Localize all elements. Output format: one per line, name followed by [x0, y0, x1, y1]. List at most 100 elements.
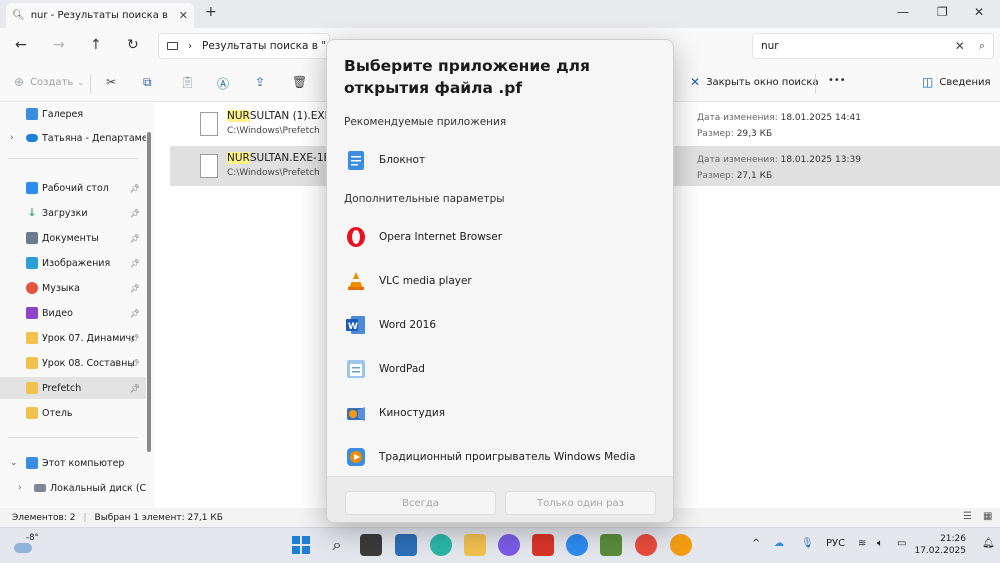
task-view-icon[interactable] — [360, 534, 382, 556]
address-bar[interactable]: › Результаты поиска в " — [158, 33, 330, 59]
app-windows-media-player[interactable]: Традиционный проигрыватель Windows Media — [335, 437, 667, 477]
chevron-right-icon: › — [188, 40, 192, 52]
sidebar-item-music[interactable]: Музыка 📌︎ — [0, 277, 146, 299]
app-opera[interactable]: Opera Internet Browser — [335, 217, 667, 257]
search-input[interactable]: nur ✕ ⌕ — [752, 33, 994, 59]
details-view-icon[interactable]: ☰ — [963, 511, 972, 522]
file-name: NURSULTAN (1).EXE — [227, 110, 332, 122]
close-search-button[interactable]: ✕ Закрыть окно поиска — [690, 75, 819, 89]
start-icon[interactable] — [290, 534, 312, 556]
word-icon: W — [345, 314, 367, 336]
forward-arrow-icon[interactable]: → — [53, 37, 65, 53]
sidebar-item-downloads[interactable]: ↓ Загрузки 📌︎ — [0, 202, 146, 224]
sidebar-item-hotel[interactable]: Отель — [0, 402, 146, 424]
search-icon: 🔍︎ — [12, 10, 25, 21]
minimize-button[interactable]: — — [897, 5, 909, 19]
music-icon — [26, 282, 38, 294]
plus-circle-icon: ⊕ — [14, 75, 25, 89]
close-window-button[interactable]: ✕ — [974, 5, 984, 19]
chevron-right-icon[interactable]: › — [10, 133, 14, 143]
minecraft-icon[interactable] — [600, 534, 622, 556]
maximize-button[interactable]: ❐ — [937, 5, 948, 19]
notification-icon[interactable]: 🔔︎ — [982, 538, 995, 549]
edge-icon[interactable] — [430, 534, 452, 556]
clock[interactable]: 21:26 17.02.2025 — [914, 533, 966, 557]
sidebar-item-videos[interactable]: Видео 📌︎ — [0, 302, 146, 324]
documents-icon — [26, 232, 38, 244]
chevron-down-icon[interactable]: ⌄ — [10, 458, 18, 468]
delete-icon[interactable]: 🗑︎ — [292, 75, 307, 89]
sidebar-item-onedrive[interactable]: › Татьяна - Департамент о — [0, 127, 146, 149]
close-tab-icon[interactable]: ✕ — [179, 9, 188, 22]
more-options-button[interactable]: ••• — [828, 75, 846, 86]
up-arrow-icon[interactable]: ↑ — [90, 37, 102, 53]
sidebar-item-documents[interactable]: Документы 📌︎ — [0, 227, 146, 249]
details-button[interactable]: ◫ Сведения — [922, 75, 991, 89]
search-icon[interactable]: ⌕ — [326, 534, 348, 556]
pictures-icon — [26, 257, 38, 269]
zoom-icon[interactable] — [566, 534, 588, 556]
create-button[interactable]: ⊕ Создать ⌄ — [14, 75, 84, 89]
always-button[interactable]: Всегда — [345, 491, 496, 515]
pin-icon: 📌︎ — [129, 233, 140, 243]
sidebar-divider — [8, 158, 138, 159]
sidebar-item-prefetch[interactable]: Prefetch 📌︎ — [0, 377, 146, 399]
file-explorer-icon[interactable] — [464, 534, 486, 556]
cut-icon[interactable]: ✂ — [106, 75, 116, 89]
app-notepad[interactable]: Блокнот — [335, 140, 667, 180]
wifi-icon[interactable]: ≋ — [858, 538, 866, 549]
sidebar-item-lesson08[interactable]: Урок 08. Составные ф 📌︎ — [0, 352, 146, 374]
search-value: nur — [761, 40, 779, 52]
refresh-icon[interactable]: ↻ — [127, 37, 139, 53]
app-vlc[interactable]: VLC media player — [335, 261, 667, 301]
back-arrow-icon[interactable]: ← — [15, 37, 27, 53]
anydesk-icon[interactable] — [532, 534, 554, 556]
weather-widget[interactable]: -8° — [12, 531, 48, 561]
windows-media-player-icon — [345, 446, 367, 468]
language-indicator[interactable]: РУС — [826, 538, 845, 549]
drive-icon — [34, 484, 46, 492]
breadcrumb[interactable]: Результаты поиска в " — [202, 40, 326, 52]
chevron-up-icon[interactable]: ^ — [752, 538, 760, 549]
sidebar-item-pictures[interactable]: Изображения 📌︎ — [0, 252, 146, 274]
tiles-view-icon[interactable]: ▦ — [983, 511, 992, 522]
onedrive-tray-icon[interactable]: ☁ — [774, 538, 784, 549]
weather-cloud-icon — [14, 543, 32, 553]
new-tab-button[interactable]: + — [205, 4, 217, 20]
clear-search-icon[interactable]: ✕ — [955, 39, 965, 53]
rename-icon[interactable]: Ⓐ — [217, 75, 229, 92]
search-app-icon[interactable] — [670, 534, 692, 556]
sidebar-item-lesson07[interactable]: Урок 07. Динамически 📌︎ — [0, 327, 146, 349]
tab-search-results[interactable]: 🔍︎ nur - Результаты поиска в "Pr ✕ — [6, 3, 194, 28]
chrome-icon[interactable] — [635, 534, 657, 556]
sidebar-divider — [8, 437, 138, 438]
search-icon[interactable]: ⌕ — [979, 39, 985, 53]
just-once-button[interactable]: Только один раз — [505, 491, 656, 515]
sidebar-item-this-pc[interactable]: ⌄ Этот компьютер — [0, 452, 146, 474]
sidebar-scrollbar[interactable] — [147, 132, 151, 452]
notepad-icon — [345, 149, 367, 171]
paste-icon[interactable]: 📋︎ — [180, 75, 195, 89]
microphone-icon[interactable]: 🎙︎ — [801, 538, 814, 549]
time: 21:26 — [940, 534, 966, 544]
command-separator — [815, 74, 816, 94]
share-icon[interactable]: ⇪ — [255, 75, 265, 89]
volume-icon[interactable]: 🔈︎ — [877, 538, 883, 549]
store-icon[interactable] — [395, 534, 417, 556]
sidebar-item-gallery[interactable]: Галерея — [0, 103, 146, 125]
sidebar-item-desktop[interactable]: Рабочий стол 📌︎ — [0, 177, 146, 199]
file-size: Размер: 27,1 КБ — [697, 171, 773, 181]
app-movie-maker[interactable]: Киностудия — [335, 393, 667, 433]
opera-icon — [345, 226, 367, 248]
battery-icon[interactable]: ▭ — [897, 538, 906, 549]
copy-icon[interactable]: ⧉ — [143, 75, 152, 90]
gallery-icon — [26, 108, 38, 120]
sidebar-item-local-disk[interactable]: › Локальный диск (C:) — [0, 477, 146, 499]
file-date: Дата изменения: 18.01.2025 13:39 — [697, 155, 861, 165]
app-word[interactable]: W Word 2016 — [335, 305, 667, 345]
chevron-right-icon[interactable]: › — [18, 483, 22, 493]
app-wordpad[interactable]: WordPad — [335, 349, 667, 389]
close-icon: ✕ — [690, 75, 701, 89]
cloud-icon — [26, 134, 38, 142]
alice-icon[interactable] — [498, 534, 520, 556]
